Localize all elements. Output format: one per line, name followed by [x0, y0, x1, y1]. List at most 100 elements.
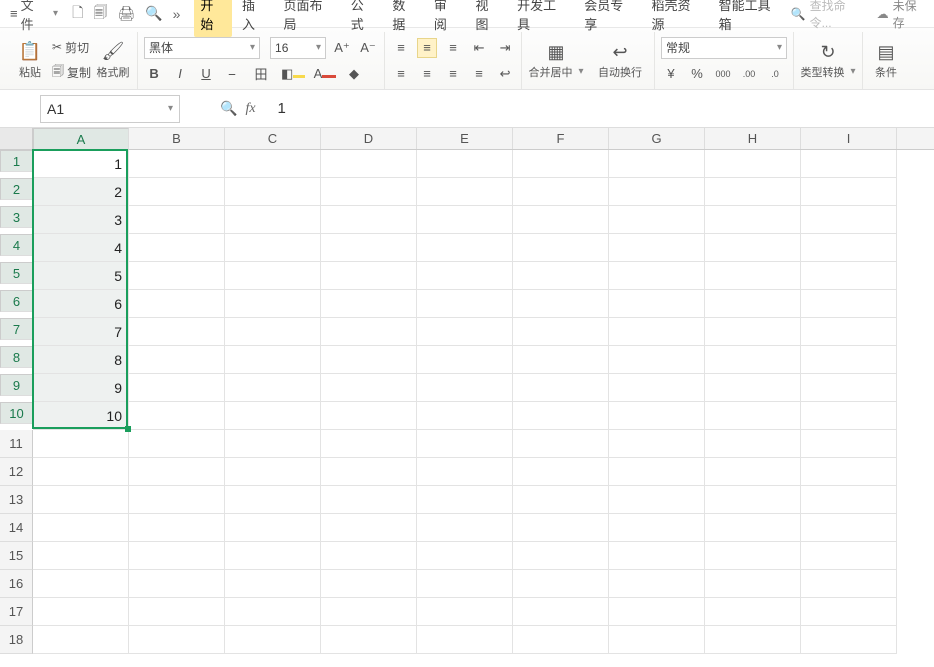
more-icon[interactable]: » [171, 6, 183, 22]
paste-button[interactable]: 📋 粘贴 [12, 41, 48, 80]
cell[interactable] [513, 570, 609, 598]
cell[interactable] [129, 542, 225, 570]
cell[interactable] [129, 626, 225, 654]
cell[interactable] [609, 570, 705, 598]
cell[interactable] [129, 458, 225, 486]
copy-button[interactable]: 🗐复制 [52, 62, 91, 83]
preview-icon[interactable]: 🔍 [143, 5, 164, 22]
spreadsheet-grid[interactable]: ABCDEFGHI 112233445566778899101011121314… [0, 128, 934, 654]
cell[interactable] [225, 374, 321, 402]
cell[interactable] [129, 598, 225, 626]
row-header[interactable]: 15 [0, 542, 33, 570]
cell[interactable] [225, 206, 321, 234]
cell[interactable]: 6 [33, 290, 129, 318]
row-header[interactable]: 8 [0, 346, 33, 368]
cell[interactable] [225, 626, 321, 654]
cell[interactable]: 1 [33, 150, 129, 178]
cell[interactable] [705, 402, 801, 430]
row-header[interactable]: 10 [0, 402, 33, 424]
cell[interactable] [705, 346, 801, 374]
cell[interactable] [609, 374, 705, 402]
cell[interactable] [33, 430, 129, 458]
cell[interactable] [417, 570, 513, 598]
cell[interactable] [609, 206, 705, 234]
cell[interactable] [321, 262, 417, 290]
cell[interactable]: 9 [33, 374, 129, 402]
comma-button[interactable]: 000 [713, 64, 733, 84]
row-header[interactable]: 18 [0, 626, 33, 654]
cell[interactable] [705, 458, 801, 486]
cell[interactable] [513, 514, 609, 542]
cell[interactable] [321, 374, 417, 402]
cell[interactable]: 10 [33, 402, 129, 430]
cell[interactable] [225, 458, 321, 486]
fx-icon[interactable]: fx [245, 101, 255, 117]
cell[interactable] [129, 402, 225, 430]
cell[interactable] [705, 262, 801, 290]
cell[interactable] [33, 486, 129, 514]
cell[interactable] [801, 402, 897, 430]
cell[interactable] [417, 262, 513, 290]
cell[interactable] [705, 234, 801, 262]
cell[interactable] [321, 598, 417, 626]
cell[interactable] [129, 430, 225, 458]
search-box[interactable]: 🔍 查找命令... [791, 0, 867, 31]
align-right-button[interactable]: ≡ [443, 64, 463, 84]
cell[interactable] [801, 206, 897, 234]
cell[interactable] [609, 346, 705, 374]
cell[interactable] [321, 570, 417, 598]
column-header[interactable]: E [417, 128, 513, 149]
cell[interactable] [705, 626, 801, 654]
cell[interactable] [609, 178, 705, 206]
cell[interactable] [129, 150, 225, 178]
cell[interactable] [705, 514, 801, 542]
align-bottom-button[interactable]: ≡ [443, 38, 463, 58]
cell[interactable] [33, 626, 129, 654]
cell[interactable] [513, 598, 609, 626]
cell[interactable] [321, 178, 417, 206]
cell[interactable] [609, 514, 705, 542]
currency-button[interactable]: ¥ [661, 64, 681, 84]
align-left-button[interactable]: ≡ [391, 64, 411, 84]
cell[interactable] [225, 234, 321, 262]
cell[interactable]: 3 [33, 206, 129, 234]
cell[interactable] [513, 290, 609, 318]
cell[interactable] [513, 402, 609, 430]
cell[interactable] [225, 178, 321, 206]
cell[interactable] [321, 430, 417, 458]
cell[interactable] [801, 458, 897, 486]
cell[interactable] [801, 486, 897, 514]
format-painter-button[interactable]: 🖌 格式刷 [95, 41, 131, 80]
cell[interactable] [801, 346, 897, 374]
cell[interactable] [705, 430, 801, 458]
column-header[interactable]: H [705, 128, 801, 149]
decrease-decimal-button[interactable]: .0 [765, 64, 785, 84]
cell[interactable] [225, 290, 321, 318]
increase-decimal-button[interactable]: .00 [739, 64, 759, 84]
cell[interactable]: 7 [33, 318, 129, 346]
cell[interactable] [513, 374, 609, 402]
cell[interactable] [513, 150, 609, 178]
number-format-select[interactable]: 常规▾ [661, 37, 787, 59]
cell[interactable] [513, 458, 609, 486]
cell[interactable] [321, 206, 417, 234]
merge-center-button[interactable]: ▦ 合并居中▾ [528, 42, 584, 80]
cell[interactable] [417, 150, 513, 178]
cell[interactable] [801, 262, 897, 290]
row-header[interactable]: 4 [0, 234, 33, 256]
align-center-button[interactable]: ≡ [417, 64, 437, 84]
cell[interactable] [609, 430, 705, 458]
cell[interactable] [513, 542, 609, 570]
type-convert-button[interactable]: ↻ 类型转换▾ [800, 42, 856, 80]
cell[interactable] [321, 458, 417, 486]
cell[interactable] [513, 346, 609, 374]
cell[interactable] [321, 318, 417, 346]
cell[interactable] [609, 234, 705, 262]
cell[interactable] [417, 514, 513, 542]
cell[interactable] [801, 150, 897, 178]
cell[interactable] [801, 318, 897, 346]
row-header[interactable]: 11 [0, 430, 33, 458]
cell[interactable] [225, 402, 321, 430]
bold-button[interactable]: B [144, 64, 164, 84]
cell[interactable] [225, 262, 321, 290]
